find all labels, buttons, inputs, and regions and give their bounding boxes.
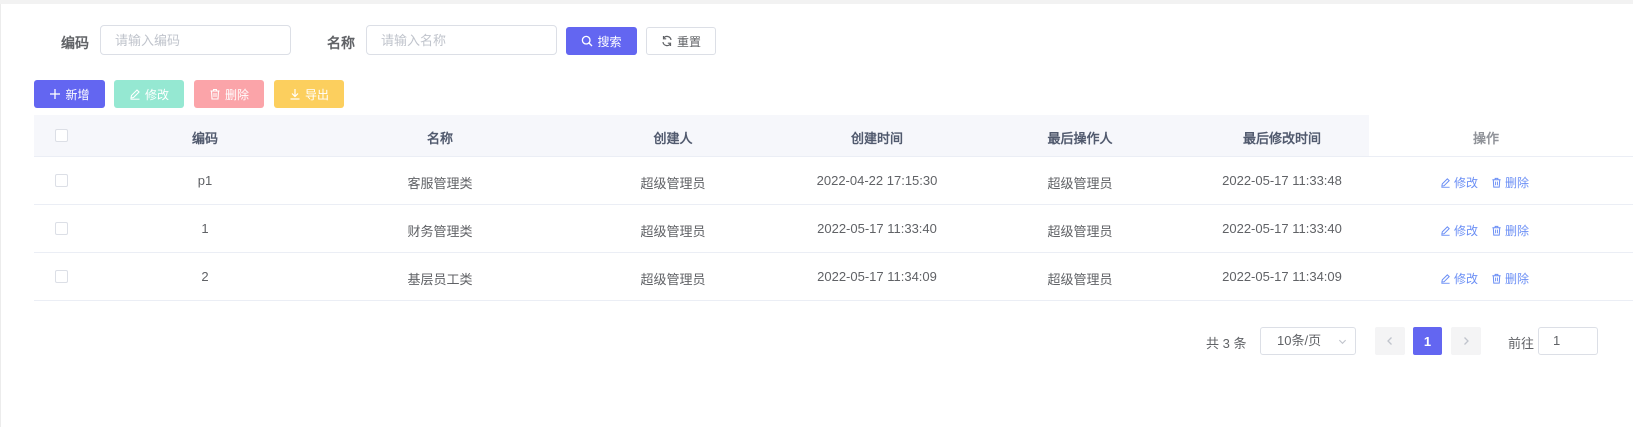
pagination-page-1[interactable]: 1 <box>1413 327 1442 355</box>
plus-icon <box>50 89 61 99</box>
row-edit-label: 修改 <box>1454 224 1479 238</box>
cell-code: p1 <box>197 173 213 188</box>
chevron-down-icon <box>1338 339 1347 345</box>
export-button[interactable]: 导出 <box>274 80 344 108</box>
trash-icon <box>1492 177 1501 188</box>
column-header-created-at: 创建时间 <box>850 131 903 146</box>
row-edit-link[interactable]: 修改 <box>1440 174 1478 191</box>
search-icon <box>582 35 593 47</box>
column-header-code: 编码 <box>191 131 218 146</box>
code-input[interactable] <box>100 25 291 55</box>
cell-modified-at: 2022-05-17 11:33:48 <box>1222 173 1342 188</box>
chevron-left-icon <box>1387 337 1392 345</box>
row-edit-link[interactable]: 修改 <box>1440 222 1478 239</box>
delete-button-label: 删除 <box>224 87 249 102</box>
column-header-modified-at: 最后修改时间 <box>1242 131 1321 146</box>
table-row: 1 财务管理类 超级管理员 2022-05-17 11:33:40 超级管理员 … <box>34 205 1633 253</box>
table-row: 2 基层员工类 超级管理员 2022-05-17 11:34:09 超级管理员 … <box>34 253 1633 301</box>
cell-created-at: 2022-04-22 17:15:30 <box>816 173 938 188</box>
pagination-next-button[interactable] <box>1451 327 1481 355</box>
add-button-label: 新增 <box>65 87 90 102</box>
cell-code: 1 <box>201 221 209 236</box>
search-button[interactable]: 搜索 <box>566 27 637 55</box>
row-checkbox[interactable] <box>55 270 68 283</box>
column-header-actions: 操作 <box>1472 131 1499 146</box>
edit-button-label: 修改 <box>144 87 169 102</box>
add-button[interactable]: 新增 <box>34 80 105 108</box>
row-edit-label: 修改 <box>1454 272 1479 286</box>
trash-icon <box>1492 273 1501 284</box>
select-all-checkbox[interactable] <box>55 129 68 142</box>
trash-icon <box>210 89 220 100</box>
pagination-total: 共 3 条 <box>1206 336 1247 351</box>
row-edit-label: 修改 <box>1454 176 1479 190</box>
name-label: 名称 <box>327 35 355 51</box>
edit-button[interactable]: 修改 <box>114 80 184 108</box>
cell-last-operator: 超级管理员 <box>1047 272 1113 287</box>
cell-name: 客服管理类 <box>407 176 473 191</box>
column-header-creator: 创建人 <box>653 131 693 146</box>
cell-last-operator: 超级管理员 <box>1047 224 1113 239</box>
page-size-select[interactable]: 10条/页 <box>1260 327 1356 355</box>
top-divider <box>0 0 1633 4</box>
edit-icon <box>1441 274 1450 284</box>
reset-button-label: 重置 <box>676 34 701 49</box>
cell-last-operator: 超级管理员 <box>1047 176 1113 191</box>
cell-modified-at: 2022-05-17 11:33:40 <box>1222 221 1342 236</box>
edit-icon <box>1441 226 1450 236</box>
cell-modified-at: 2022-05-17 11:34:09 <box>1222 269 1342 284</box>
delete-button[interactable]: 删除 <box>194 80 264 108</box>
cell-created-at: 2022-05-17 11:34:09 <box>817 269 937 284</box>
row-delete-link[interactable]: 删除 <box>1491 174 1529 191</box>
pagination-goto-label: 前往 <box>1508 336 1535 351</box>
column-header-name: 名称 <box>426 131 453 146</box>
table-row: p1 客服管理类 超级管理员 2022-04-22 17:15:30 超级管理员… <box>34 157 1633 205</box>
row-delete-label: 删除 <box>1505 272 1530 286</box>
cell-creator: 超级管理员 <box>640 272 706 287</box>
cell-name: 基层员工类 <box>407 272 473 287</box>
cell-creator: 超级管理员 <box>640 224 706 239</box>
row-delete-link[interactable]: 删除 <box>1491 270 1529 287</box>
cell-name: 财务管理类 <box>407 224 473 239</box>
page-size-value: 10条/页 <box>1277 333 1322 348</box>
edit-icon <box>1441 178 1450 188</box>
row-delete-label: 删除 <box>1505 224 1530 238</box>
left-divider <box>0 4 1 427</box>
cell-code: 2 <box>201 269 209 284</box>
refresh-icon <box>662 35 672 47</box>
export-button-label: 导出 <box>304 87 329 102</box>
column-header-last-operator: 最后操作人 <box>1047 131 1113 146</box>
row-delete-link[interactable]: 删除 <box>1491 222 1529 239</box>
download-icon <box>290 89 300 100</box>
row-delete-label: 删除 <box>1505 176 1530 190</box>
cell-created-at: 2022-05-17 11:33:40 <box>817 221 937 236</box>
chevron-right-icon <box>1464 337 1469 345</box>
search-button-label: 搜索 <box>597 34 622 49</box>
cell-creator: 超级管理员 <box>640 176 706 191</box>
row-checkbox[interactable] <box>55 222 68 235</box>
edit-icon <box>130 89 140 100</box>
row-checkbox[interactable] <box>55 174 68 187</box>
reset-button[interactable]: 重置 <box>646 27 716 55</box>
table-header: 编码 名称 创建人 创建时间 最后操作人 最后修改时间 操作 <box>34 115 1633 157</box>
row-edit-link[interactable]: 修改 <box>1440 270 1478 287</box>
trash-icon <box>1492 225 1501 236</box>
pagination-goto-input[interactable]: 1 <box>1538 327 1598 355</box>
name-input[interactable] <box>366 25 557 55</box>
pagination-prev-button[interactable] <box>1375 327 1405 355</box>
code-label: 编码 <box>61 35 89 51</box>
